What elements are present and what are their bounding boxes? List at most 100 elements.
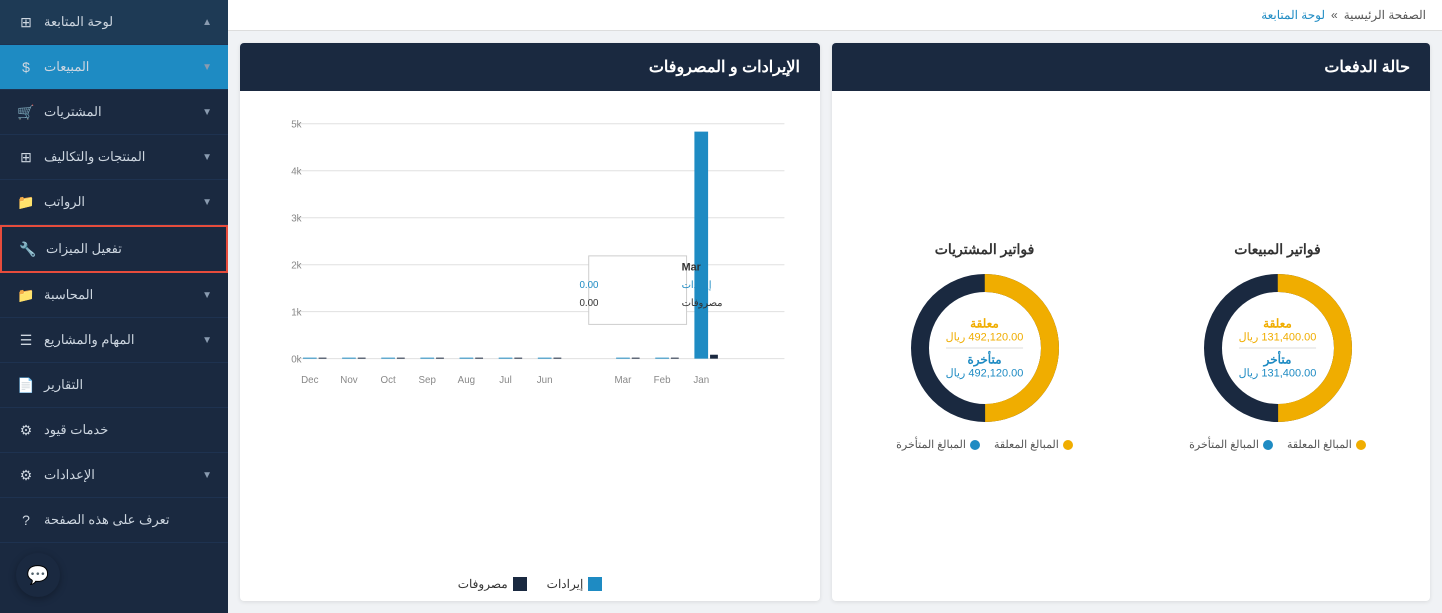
sidebar-item-label: المبيعات: [44, 59, 89, 75]
chevron-down-icon: ▼: [202, 107, 212, 118]
revenue-card-body: 5k 4k 3k 2k 1k 0k Dec Nov Oct Sep Aug Ju…: [240, 91, 820, 601]
purchases-donut-legend: المبالغ المعلقة المبالغ المتأخرة: [896, 438, 1073, 451]
payment-card: حالة الدفعات فواتير المبيعات معلق: [832, 43, 1430, 601]
chart-container: 5k 4k 3k 2k 1k 0k Dec Nov Oct Sep Aug Ju…: [256, 101, 804, 571]
sales-donut-section: فواتير المبيعات معلقة 131,400.00 ريال: [1141, 241, 1414, 451]
revenue-legend-label: إيرادات: [547, 577, 584, 591]
legend-item-expense: مصروفات: [458, 577, 527, 591]
accounting-icon: 📁: [16, 285, 36, 305]
entries-icon: ⚙: [16, 420, 36, 440]
sales-donut-legend: المبالغ المعلقة المبالغ المتأخرة: [1189, 438, 1366, 451]
chat-bubble[interactable]: 💬: [16, 553, 60, 597]
sidebar-item-accounting[interactable]: ▼ المحاسبة 📁: [0, 273, 228, 318]
svg-text:Jan: Jan: [693, 375, 709, 386]
products-icon: ⊞: [16, 147, 36, 167]
sidebar-item-purchases[interactable]: ▼ المشتريات 🛒: [0, 90, 228, 135]
tasks-icon: ☰: [16, 330, 36, 350]
sidebar-item-settings[interactable]: ▼ الإعدادات ⚙: [0, 453, 228, 498]
sales-late-label: متأخر: [1239, 353, 1317, 367]
revenue-card: الإيرادات و المصروفات 5k 4k: [240, 43, 820, 601]
chevron-down-icon: ▼: [202, 152, 212, 163]
purchases-donut-center: معلقة 492,120.00 ريال متأخرة 492,120.00 …: [946, 317, 1024, 380]
sales-legend-late: المبالغ المتأخرة: [1189, 438, 1273, 451]
chevron-down-icon: ▼: [202, 197, 212, 208]
sales-legend-pending: المبالغ المعلقة: [1287, 438, 1366, 451]
purchases-pending-label: معلقة: [946, 317, 1024, 331]
purchases-legend-pending-label: المبالغ المعلقة: [994, 438, 1059, 451]
sidebar-item-label: المهام والمشاريع: [44, 332, 134, 348]
sidebar-item-label: المشتريات: [44, 104, 102, 120]
breadcrumb-home: الصفحة الرئيسية: [1344, 8, 1426, 22]
sidebar-item-label: التقارير: [44, 377, 83, 393]
sidebar-item-sales[interactable]: ▼ المبيعات $: [0, 45, 228, 90]
svg-text:Aug: Aug: [458, 375, 475, 386]
svg-text:2k: 2k: [291, 261, 301, 272]
cards-row: الإيرادات و المصروفات 5k 4k: [228, 31, 1442, 613]
purchases-icon: 🛒: [16, 102, 36, 122]
sidebar-item-entries[interactable]: خدمات قيود ⚙: [0, 408, 228, 453]
svg-text:0.00: 0.00: [579, 298, 599, 309]
sidebar-item-features[interactable]: تفعيل الميزات 🔧: [0, 225, 228, 273]
svg-text:Mar: Mar: [615, 375, 633, 386]
purchases-late-amount: 492,120.00 ريال: [946, 367, 1024, 380]
sidebar-item-salaries[interactable]: ▼ الرواتب 📁: [0, 180, 228, 225]
sales-pending-label: معلقة: [1239, 317, 1317, 331]
sales-donut-wrapper: معلقة 131,400.00 ريال متأخر 131,400.00 ر…: [1198, 268, 1358, 428]
sidebar-item-dashboard[interactable]: ▲ لوحة المتابعة ⊞: [0, 0, 228, 45]
sidebar-item-label: تعرف على هذه الصفحة: [44, 512, 170, 528]
sidebar-item-help[interactable]: تعرف على هذه الصفحة ?: [0, 498, 228, 543]
svg-text:Jun: Jun: [537, 375, 553, 386]
features-icon: 🔧: [18, 239, 38, 259]
sales-legend-late-label: المبالغ المتأخرة: [1189, 438, 1259, 451]
revenue-chart-svg: 5k 4k 3k 2k 1k 0k Dec Nov Oct Sep Aug Ju…: [256, 101, 804, 401]
blue-dot2: [970, 440, 980, 450]
svg-text:1k: 1k: [291, 308, 301, 319]
sidebar-item-label: المحاسبة: [44, 287, 93, 303]
purchases-donut-wrapper: معلقة 492,120.00 ريال متأخرة 492,120.00 …: [905, 268, 1065, 428]
blue-dot: [1263, 440, 1273, 450]
chevron-down-icon: ▼: [202, 335, 212, 346]
orange-dot2: [1063, 440, 1073, 450]
chevron-down-icon: ▲: [202, 17, 212, 28]
sales-icon: $: [16, 57, 36, 77]
sidebar-item-label: لوحة المتابعة: [44, 14, 113, 30]
purchases-late-label: متأخرة: [946, 353, 1024, 367]
sidebar-item-label: تفعيل الميزات: [46, 241, 122, 257]
sidebar-item-label: المنتجات والتكاليف: [44, 149, 145, 165]
purchases-donut-title: فواتير المشتريات: [935, 241, 1035, 258]
payment-card-body: فواتير المبيعات معلقة 131,400.00 ريال: [832, 91, 1430, 601]
svg-text:Nov: Nov: [340, 375, 357, 386]
main-content: الصفحة الرئيسية » لوحة المتابعة الإيرادا…: [228, 0, 1442, 613]
breadcrumb: الصفحة الرئيسية » لوحة المتابعة: [228, 0, 1442, 31]
svg-text:4k: 4k: [291, 167, 301, 178]
bar-jan-expense: [710, 355, 718, 359]
svg-text:إيرادات: إيرادات: [682, 280, 712, 291]
sales-donut-title: فواتير المبيعات: [1234, 241, 1320, 258]
bar-jan-revenue: [694, 132, 708, 359]
svg-text:Oct: Oct: [381, 375, 396, 386]
settings-icon: ⚙: [16, 465, 36, 485]
chevron-down-icon: ▼: [202, 62, 212, 73]
dashboard-icon: ⊞: [16, 12, 36, 32]
sidebar: ▲ لوحة المتابعة ⊞ ▼ المبيعات $ ▼ المشتري…: [0, 0, 228, 613]
svg-text:Dec: Dec: [301, 375, 318, 386]
sales-legend-pending-label: المبالغ المعلقة: [1287, 438, 1352, 451]
svg-text:Sep: Sep: [419, 375, 437, 386]
sidebar-item-label: الرواتب: [44, 194, 85, 210]
sidebar-item-label: الإعدادات: [44, 467, 95, 483]
expense-legend-label: مصروفات: [458, 577, 508, 591]
sidebar-item-products[interactable]: ▼ المنتجات والتكاليف ⊞: [0, 135, 228, 180]
sales-late-amount: 131,400.00 ريال: [1239, 367, 1317, 380]
breadcrumb-current[interactable]: لوحة المتابعة: [1261, 8, 1325, 22]
breadcrumb-separator: »: [1331, 8, 1338, 22]
svg-text:Jul: Jul: [499, 375, 511, 386]
sidebar-item-reports[interactable]: التقارير 📄: [0, 363, 228, 408]
chat-icon: 💬: [27, 565, 49, 586]
revenue-legend-box: [588, 577, 602, 591]
sidebar-item-tasks[interactable]: ▼ المهام والمشاريع ☰: [0, 318, 228, 363]
sales-pending-amount: 131,400.00 ريال: [1239, 331, 1317, 344]
legend-item-revenue: إيرادات: [547, 577, 603, 591]
purchases-pending-amount: 492,120.00 ريال: [946, 331, 1024, 344]
salaries-icon: 📁: [16, 192, 36, 212]
purchases-legend-late: المبالغ المتأخرة: [896, 438, 980, 451]
